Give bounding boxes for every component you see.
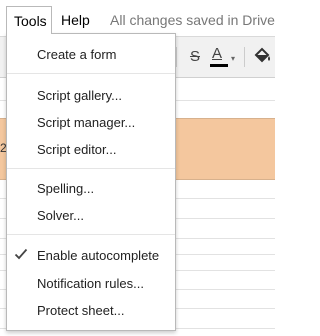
font-color-swatch (210, 64, 228, 67)
font-color-icon: A (212, 45, 223, 62)
menu-item-label: Script editor... (37, 142, 117, 157)
menu-item-create-form[interactable]: Create a form (7, 41, 175, 67)
strikethrough-button[interactable]: S (184, 43, 206, 71)
menu-bar: Tools Help All changes saved in Drive (0, 0, 275, 36)
menu-item-script-manager[interactable]: Script manager... (7, 109, 175, 135)
menu-item-label: Solver... (37, 208, 84, 223)
menu-separator (7, 168, 175, 169)
save-status: All changes saved in Drive (110, 12, 275, 28)
tools-menu-button[interactable]: Tools (6, 6, 52, 34)
menu-item-label: Enable autocomplete (37, 248, 160, 263)
menu-item-solver[interactable]: Solver... (7, 202, 175, 228)
tools-dropdown-menu: Create a form Script gallery... Script m… (6, 33, 176, 331)
menu-separator (7, 73, 175, 74)
menu-item-spelling[interactable]: Spelling... (7, 175, 175, 201)
menu-separator (7, 234, 175, 235)
font-color-button[interactable]: A ▾ (208, 43, 238, 71)
menu-item-notification-rules[interactable]: Notification rules... (7, 270, 175, 296)
menu-item-label: Spelling... (37, 181, 95, 196)
menu-item-script-editor[interactable]: Script editor... (7, 136, 175, 162)
chevron-down-icon: ▾ (231, 54, 236, 63)
fill-color-icon (252, 47, 272, 69)
menu-item-label: Script gallery... (37, 88, 123, 103)
fill-color-button[interactable] (250, 43, 276, 71)
menu-item-label: Protect sheet... (37, 303, 125, 318)
checkmark-icon (14, 248, 28, 260)
toolbar-separator (176, 47, 177, 67)
strikethrough-icon: S (189, 48, 200, 65)
toolbar-separator (244, 47, 245, 67)
menu-item-label: Create a form (37, 47, 117, 62)
menu-item-label: Notification rules... (37, 276, 144, 291)
menu-item-enable-autocomplete[interactable]: Enable autocomplete (7, 242, 175, 268)
tools-menu-label: Tools (14, 13, 47, 29)
menu-item-protect-sheet[interactable]: Protect sheet... (7, 297, 175, 323)
menu-item-label: Script manager... (37, 115, 136, 130)
menu-item-script-gallery[interactable]: Script gallery... (7, 82, 175, 108)
help-menu-button[interactable]: Help (61, 12, 90, 28)
